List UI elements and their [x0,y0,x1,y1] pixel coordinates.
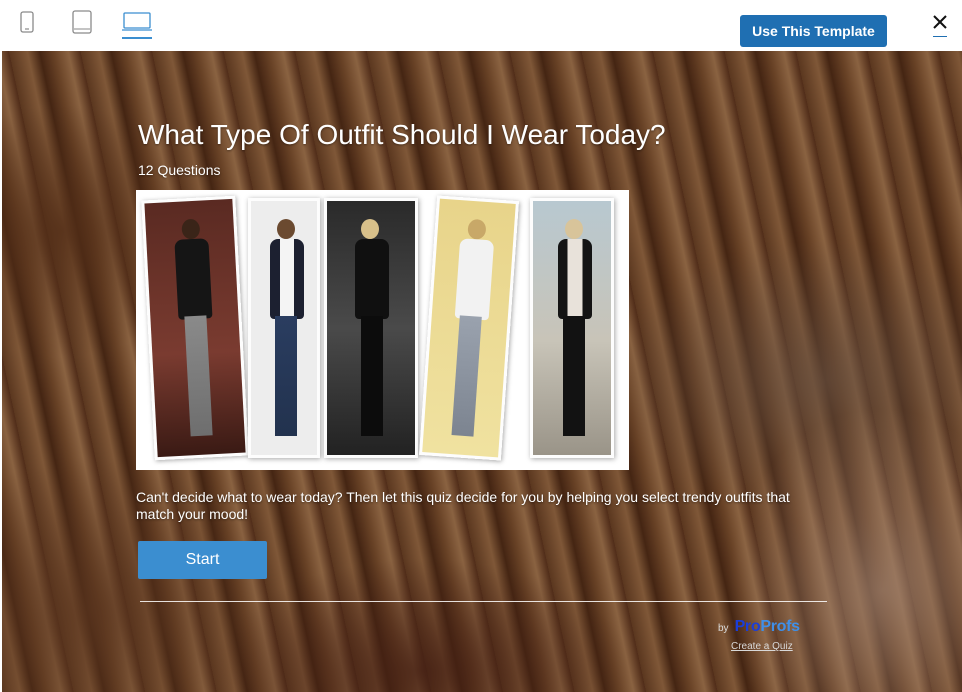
outfit-photo [324,198,418,458]
outfit-photo [530,198,614,458]
phone-icon [20,11,34,33]
by-label: by [718,623,729,634]
preview-toolbar: Use This Template [0,0,962,51]
desktop-icon [122,12,152,31]
close-icon [933,15,947,29]
quiz-description: Can't decide what to wear today? Then le… [136,489,790,522]
close-button[interactable] [928,8,952,37]
branding: by ProProfs [718,618,800,636]
phone-preview-button[interactable] [18,8,36,36]
create-quiz-link[interactable]: Create a Quiz [731,641,793,652]
logo-part-2: Profs [760,618,800,635]
divider [140,601,827,602]
start-button[interactable]: Start [138,541,267,579]
outfit-photo [419,195,519,461]
proprofs-logo[interactable]: ProProfs [735,618,800,636]
question-count: 12 Questions [138,162,221,178]
use-template-button[interactable]: Use This Template [740,15,887,47]
quiz-hero: What Type Of Outfit Should I Wear Today?… [2,51,962,692]
quiz-title: What Type Of Outfit Should I Wear Today? [138,119,666,150]
logo-part-1: Pro [734,618,761,635]
desktop-preview-button[interactable] [121,8,153,39]
tablet-icon [72,10,92,34]
outfit-photo [141,195,249,461]
outfit-photo [248,198,320,458]
tablet-preview-button[interactable] [71,8,93,36]
quiz-cover-image [136,190,629,470]
